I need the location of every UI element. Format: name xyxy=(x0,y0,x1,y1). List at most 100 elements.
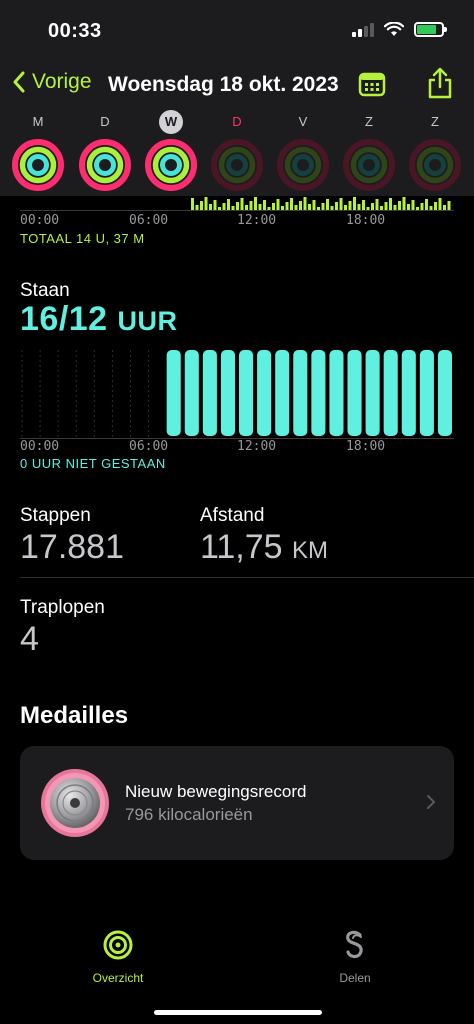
move-chart xyxy=(191,197,451,210)
move-bar xyxy=(375,199,379,210)
status-icons xyxy=(352,22,447,37)
stand-bar xyxy=(239,350,254,436)
steps-value: 17.881 xyxy=(20,528,124,566)
share-icon[interactable] xyxy=(426,66,454,100)
tab-delen[interactable]: Delen xyxy=(290,930,420,985)
status-time: 00:33 xyxy=(48,20,102,42)
day-letter: Z xyxy=(431,114,439,129)
move-bar xyxy=(236,202,239,210)
move-bar xyxy=(200,201,203,210)
tab-overzicht[interactable]: Overzicht xyxy=(53,930,183,985)
home-indicator xyxy=(154,1010,322,1015)
status-bar: 00:33 xyxy=(0,0,474,60)
distance-value: 11,75 KM xyxy=(200,528,328,567)
activity-ring-icon xyxy=(409,139,461,191)
move-bar xyxy=(285,202,289,210)
day-letter: V xyxy=(298,114,308,129)
day-letter: D xyxy=(232,114,242,129)
move-bar xyxy=(335,202,338,210)
activity-ring-icon xyxy=(145,139,197,191)
medals-heading: Medailles xyxy=(20,702,129,729)
medal-title: Nieuw bewegingsrecord xyxy=(125,782,307,801)
stand-chart xyxy=(21,350,452,438)
steps-label: Stappen xyxy=(20,505,91,526)
move-bar xyxy=(191,198,194,210)
day-letter: M xyxy=(32,114,44,129)
move-bar xyxy=(227,199,230,210)
chevron-left-icon xyxy=(13,71,25,93)
activity-ring-icon xyxy=(277,139,329,191)
page-title: Woensdag 18 okt. 2023 xyxy=(108,73,339,96)
stand-tick-0: 00:00 xyxy=(20,439,60,454)
move-bar xyxy=(434,202,437,210)
stand-number: 16/12 xyxy=(20,300,108,338)
nav-bar: Vorige Woensdag 18 okt. 2023 xyxy=(0,60,474,108)
move-bar xyxy=(339,198,343,210)
move-bar xyxy=(353,197,356,210)
distance-number: 11,75 xyxy=(200,528,283,566)
activity-rings-icon xyxy=(103,930,133,960)
move-bar xyxy=(222,203,226,210)
move-bar xyxy=(389,198,392,210)
stand-bar xyxy=(275,350,290,436)
move-axis xyxy=(20,210,454,211)
back-label: Vorige xyxy=(32,70,92,93)
medal-card[interactable]: Nieuw bewegingsrecord 796 kilocalorieën xyxy=(20,746,454,860)
move-bar xyxy=(326,199,329,210)
battery-icon xyxy=(414,22,447,37)
activity-ring-icon xyxy=(211,139,263,191)
move-record-medal-icon xyxy=(41,769,109,837)
sharing-icon xyxy=(346,930,363,959)
week-strip: MDWDVZZ xyxy=(0,108,474,196)
stairs-label: Traplopen xyxy=(20,597,105,618)
stand-bar xyxy=(184,350,199,436)
move-bar xyxy=(204,197,208,210)
move-bar xyxy=(371,203,374,210)
move-bar xyxy=(362,200,365,210)
move-bar xyxy=(384,202,388,210)
day-3[interactable]: D xyxy=(210,108,264,197)
day-2[interactable]: W xyxy=(144,108,198,197)
stand-bar xyxy=(220,350,235,436)
move-bar xyxy=(290,198,293,210)
stand-bar xyxy=(202,350,217,436)
move-total: TOTAAL 14 U, 37 M xyxy=(20,231,145,246)
tab-overzicht-label: Overzicht xyxy=(92,971,144,985)
activity-ring-icon xyxy=(343,139,395,191)
stand-bar xyxy=(293,350,308,436)
move-bar xyxy=(272,203,275,210)
move-tick-0: 00:00 xyxy=(20,213,60,228)
day-5[interactable]: Z xyxy=(342,108,396,197)
stand-bar xyxy=(383,350,398,436)
chevron-right-icon xyxy=(427,795,435,809)
move-bar xyxy=(263,200,266,210)
stand-label: Staan xyxy=(20,280,70,301)
day-4[interactable]: V xyxy=(276,108,330,197)
stairs-value: 4 xyxy=(20,620,39,658)
move-bar xyxy=(447,201,451,210)
calendar-icon[interactable] xyxy=(358,70,386,98)
activity-ring-icon xyxy=(79,139,131,191)
move-bar xyxy=(398,201,401,210)
move-bar xyxy=(321,203,325,210)
stand-bar xyxy=(419,350,434,436)
stand-unit: UUR xyxy=(117,306,178,336)
back-button[interactable]: Vorige xyxy=(12,70,92,94)
move-bar xyxy=(348,201,352,210)
move-tick-3: 18:00 xyxy=(346,213,386,228)
day-letter: Z xyxy=(365,114,373,129)
move-tick-2: 12:00 xyxy=(237,213,277,228)
day-0[interactable]: M xyxy=(11,108,65,197)
move-bar xyxy=(299,201,302,210)
day-6[interactable]: Z xyxy=(408,108,462,197)
stand-bar xyxy=(365,350,380,436)
stand-tick-1: 06:00 xyxy=(129,439,169,454)
move-bar xyxy=(254,197,257,210)
move-bar xyxy=(420,203,424,210)
distance-label: Afstand xyxy=(200,505,265,526)
stand-note: 0 UUR NIET GESTAAN xyxy=(20,456,166,471)
activity-ring-icon xyxy=(12,139,64,191)
day-1[interactable]: D xyxy=(78,108,132,197)
stand-bar xyxy=(329,350,344,436)
day-letter: W xyxy=(159,110,183,134)
